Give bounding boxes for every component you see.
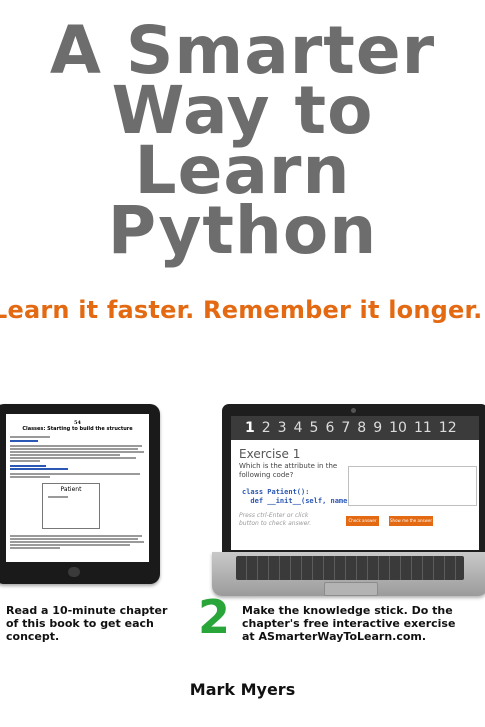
- exercise-num-5[interactable]: 5: [310, 420, 319, 436]
- exercise-num-9[interactable]: 9: [373, 420, 382, 436]
- trackpad: [324, 582, 378, 596]
- text-line: [10, 451, 144, 453]
- laptop-base: [212, 552, 485, 596]
- title-line-4: Python: [107, 192, 378, 269]
- patient-label: Patient: [60, 486, 82, 493]
- exercise-num-1[interactable]: 1: [245, 420, 255, 436]
- patient-diagram: Patient: [42, 483, 100, 529]
- show-answer-button[interactable]: Show me the answer: [389, 516, 433, 526]
- chapter-title: Classes: Starting to build the structure: [22, 426, 133, 432]
- caption-read-chapter: Read a 10-minute chapter of this book to…: [6, 604, 168, 643]
- laptop-screen: 1 2 3 4 5 6 7 8 9 10 11 12 Exercise 1 Wh…: [231, 416, 479, 550]
- text-line: [10, 541, 144, 543]
- text-line: [10, 473, 140, 475]
- text-line: [48, 496, 68, 498]
- exercise-num-10[interactable]: 10: [389, 420, 407, 436]
- exercise-number-bar: 1 2 3 4 5 6 7 8 9 10 11 12: [231, 416, 479, 440]
- exercise-num-3[interactable]: 3: [278, 420, 287, 436]
- exercise-title: Exercise 1: [239, 447, 301, 461]
- caption-exercise-line-3: at ASmarterWayToLearn.com.: [242, 630, 427, 643]
- keyboard: [236, 556, 464, 580]
- author-name: Mark Myers: [189, 680, 296, 699]
- tablet-screen: 54 Classes: Starting to build the struct…: [6, 414, 149, 562]
- exercise-num-4[interactable]: 4: [294, 420, 303, 436]
- step-number: 2: [198, 590, 231, 644]
- caption-exercise: Make the knowledge stick. Do the chapter…: [242, 604, 485, 643]
- caption-exercise-line-1: Make the knowledge stick. Do the: [242, 604, 453, 617]
- code-line: [10, 465, 46, 467]
- text-line: [10, 544, 130, 546]
- code-line-2: def __init__(self, name): [242, 497, 352, 505]
- home-button-icon: [68, 567, 80, 577]
- exercise-num-11[interactable]: 11: [414, 420, 432, 436]
- exercise-num-12[interactable]: 12: [439, 420, 457, 436]
- exercise-num-2[interactable]: 2: [262, 420, 271, 436]
- text-line: [10, 538, 138, 540]
- camera-icon: [351, 408, 356, 413]
- tagline: Learn it faster. Remember it longer.: [0, 296, 483, 324]
- text-line: [10, 476, 50, 478]
- exercise-question: Which is the attribute in the following …: [239, 462, 338, 479]
- text-line: [10, 436, 50, 438]
- text-line: [10, 454, 120, 456]
- laptop-illustration: 1 2 3 4 5 6 7 8 9 10 11 12 Exercise 1 Wh…: [222, 404, 485, 552]
- text-line: [10, 445, 142, 447]
- code-line: [10, 440, 38, 442]
- text-line: [10, 448, 138, 450]
- text-line: [10, 547, 60, 549]
- exercise-num-7[interactable]: 7: [341, 420, 350, 436]
- code-line-1: class Patient():: [242, 488, 310, 496]
- text-line: [10, 535, 142, 537]
- answer-input[interactable]: [348, 466, 477, 506]
- code-line: [10, 468, 68, 470]
- exercise-num-6[interactable]: 6: [325, 420, 334, 436]
- exercise-code: class Patient(): def __init__(self, name…: [242, 488, 352, 506]
- text-line: [10, 457, 136, 459]
- exercise-hint: Press ctrl-Enter or click button to chec…: [239, 512, 312, 527]
- text-line: [10, 460, 40, 462]
- check-answer-button[interactable]: Check answer: [346, 516, 379, 526]
- exercise-num-8[interactable]: 8: [357, 420, 366, 436]
- tablet-illustration: 54 Classes: Starting to build the struct…: [0, 404, 160, 584]
- caption-exercise-line-2: chapter's free interactive exercise: [242, 617, 456, 630]
